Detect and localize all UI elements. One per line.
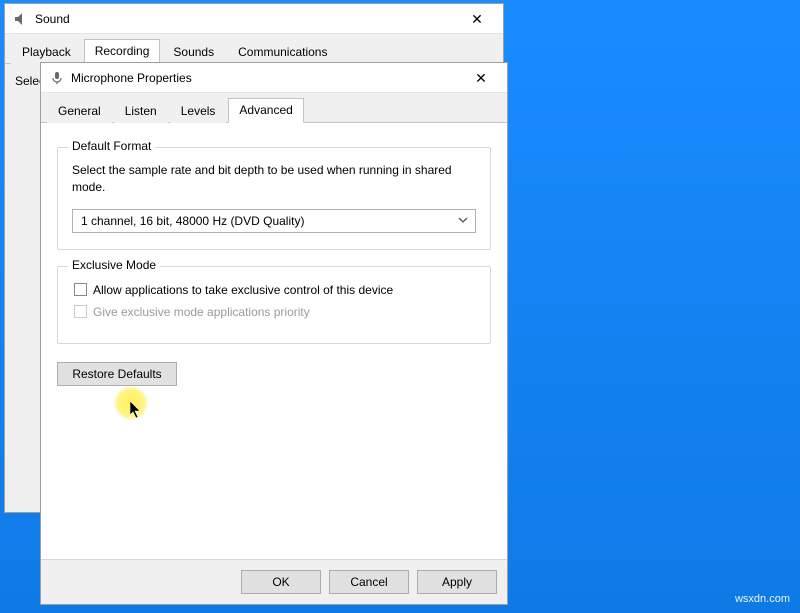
sound-window-title: Sound — [35, 12, 457, 26]
exclusive-mode-group: Exclusive Mode Allow applications to tak… — [57, 266, 491, 344]
apply-button[interactable]: Apply — [417, 570, 497, 594]
tab-advanced[interactable]: Advanced — [228, 98, 303, 123]
tab-communications[interactable]: Communications — [227, 40, 338, 64]
default-format-combo[interactable]: 1 channel, 16 bit, 48000 Hz (DVD Quality… — [72, 209, 476, 233]
checkbox-priority[interactable] — [74, 305, 87, 318]
desktop: Sound ✕ Playback Recording Sounds Commun… — [0, 0, 800, 613]
tab-listen[interactable]: Listen — [114, 99, 168, 123]
default-format-description: Select the sample rate and bit depth to … — [72, 162, 476, 197]
tab-sounds[interactable]: Sounds — [162, 40, 225, 64]
watermark: wsxdn.com — [735, 593, 790, 605]
default-format-selected: 1 channel, 16 bit, 48000 Hz (DVD Quality… — [81, 214, 455, 228]
chevron-down-icon — [455, 214, 471, 228]
ok-button[interactable]: OK — [241, 570, 321, 594]
tab-general[interactable]: General — [47, 99, 112, 123]
checkbox-priority-label: Give exclusive mode applications priorit… — [93, 305, 310, 319]
cancel-button[interactable]: Cancel — [329, 570, 409, 594]
microphone-icon — [49, 70, 65, 86]
exclusive-mode-legend: Exclusive Mode — [68, 258, 160, 272]
default-format-group: Default Format Select the sample rate an… — [57, 147, 491, 250]
default-format-legend: Default Format — [68, 139, 155, 153]
sound-titlebar: Sound ✕ — [5, 4, 503, 34]
sound-close-icon[interactable]: ✕ — [457, 7, 497, 31]
checkbox-allow-exclusive[interactable] — [74, 283, 87, 296]
checkbox-allow-label: Allow applications to take exclusive con… — [93, 283, 393, 297]
restore-defaults-button[interactable]: Restore Defaults — [57, 362, 177, 386]
mic-body: Default Format Select the sample rate an… — [41, 123, 507, 559]
mic-window-title: Microphone Properties — [71, 71, 461, 85]
checkbox-row-priority: Give exclusive mode applications priorit… — [74, 305, 476, 319]
mic-close-icon[interactable]: ✕ — [461, 66, 501, 90]
sound-icon — [13, 11, 29, 27]
tab-playback[interactable]: Playback — [11, 40, 82, 64]
tab-recording[interactable]: Recording — [84, 39, 161, 64]
tab-levels[interactable]: Levels — [170, 99, 227, 123]
mic-properties-window: Microphone Properties ✕ General Listen L… — [40, 62, 508, 605]
sound-tabs: Playback Recording Sounds Communications — [5, 34, 503, 64]
checkbox-row-allow: Allow applications to take exclusive con… — [74, 283, 476, 297]
mic-titlebar: Microphone Properties ✕ — [41, 63, 507, 93]
mic-tabs: General Listen Levels Advanced — [41, 93, 507, 123]
dialog-button-row: OK Cancel Apply — [41, 559, 507, 604]
